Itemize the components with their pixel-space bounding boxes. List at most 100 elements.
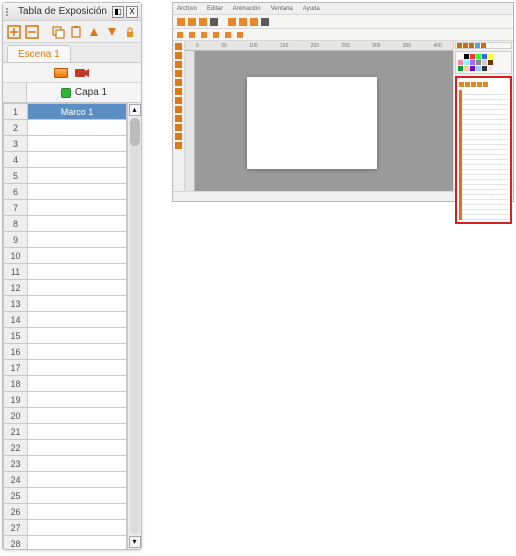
move-down-button[interactable] (104, 24, 120, 40)
frame-cell[interactable] (28, 312, 127, 328)
table-row[interactable]: 18 (4, 376, 127, 392)
row-number-cell[interactable]: 1 (4, 104, 28, 120)
frame-cell[interactable]: Marco 1 (28, 104, 127, 120)
row-number-cell[interactable]: 8 (4, 216, 28, 232)
camera-icon[interactable] (74, 67, 90, 79)
frame-cell[interactable] (28, 520, 127, 536)
menu-item[interactable]: Ventana (271, 6, 293, 12)
row-number-cell[interactable]: 5 (4, 168, 28, 184)
tab-scene-1[interactable]: Escena 1 (7, 45, 71, 62)
tool-icon[interactable] (210, 18, 218, 26)
draw-tool-icon[interactable] (175, 43, 182, 50)
row-number-cell[interactable]: 13 (4, 296, 28, 312)
frame-cell[interactable] (28, 472, 127, 488)
paste-button[interactable] (68, 24, 84, 40)
row-number-cell[interactable]: 12 (4, 280, 28, 296)
move-up-button[interactable] (86, 24, 102, 40)
add-frame-button[interactable] (6, 24, 22, 40)
row-number-cell[interactable]: 11 (4, 264, 28, 280)
option-icon[interactable] (463, 43, 468, 48)
row-number-cell[interactable]: 10 (4, 248, 28, 264)
row-number-cell[interactable]: 4 (4, 152, 28, 168)
row-number-cell[interactable]: 26 (4, 504, 28, 520)
row-number-cell[interactable]: 17 (4, 360, 28, 376)
tool-icon[interactable] (189, 32, 195, 38)
table-row[interactable]: 23 (4, 456, 127, 472)
table-row[interactable]: 15 (4, 328, 127, 344)
exposure-sheet-mini-highlighted[interactable] (455, 76, 512, 224)
frame-cell[interactable] (28, 216, 127, 232)
tool-icon[interactable] (188, 18, 196, 26)
row-number-cell[interactable]: 24 (4, 472, 28, 488)
table-row[interactable]: 10 (4, 248, 127, 264)
row-number-cell[interactable]: 3 (4, 136, 28, 152)
row-number-cell[interactable]: 16 (4, 344, 28, 360)
draw-tool-icon[interactable] (175, 88, 182, 95)
draw-tool-icon[interactable] (175, 70, 182, 77)
table-row[interactable]: 19 (4, 392, 127, 408)
draw-tool-icon[interactable] (175, 124, 182, 131)
row-number-cell[interactable]: 6 (4, 184, 28, 200)
tool-icon[interactable] (177, 32, 183, 38)
frame-cell[interactable] (28, 136, 127, 152)
menu-item[interactable]: Ayuda (303, 6, 320, 12)
table-row[interactable]: 12 (4, 280, 127, 296)
frame-cell[interactable] (28, 184, 127, 200)
table-row[interactable]: 2 (4, 120, 127, 136)
scroll-down-button[interactable]: ▾ (129, 536, 141, 548)
table-row[interactable]: 28 (4, 536, 127, 550)
menu-item[interactable]: Archivo (177, 6, 197, 12)
table-row[interactable]: 9 (4, 232, 127, 248)
tool-icon[interactable] (201, 32, 207, 38)
draw-tool-icon[interactable] (175, 115, 182, 122)
option-icon[interactable] (457, 43, 462, 48)
row-number-cell[interactable]: 14 (4, 312, 28, 328)
tool-icon[interactable] (237, 32, 243, 38)
table-row[interactable]: 11 (4, 264, 127, 280)
frame-cell[interactable] (28, 392, 127, 408)
frame-cell[interactable] (28, 328, 127, 344)
table-row[interactable]: 16 (4, 344, 127, 360)
lock-button[interactable] (122, 24, 138, 40)
draw-tool-icon[interactable] (175, 79, 182, 86)
table-row[interactable]: 13 (4, 296, 127, 312)
table-row[interactable]: 8 (4, 216, 127, 232)
menu-item[interactable]: Animación (233, 6, 261, 12)
copy-button[interactable] (50, 24, 66, 40)
tool-icon[interactable] (177, 18, 185, 26)
tool-icon[interactable] (239, 18, 247, 26)
draw-tool-icon[interactable] (175, 97, 182, 104)
tool-icon[interactable] (213, 32, 219, 38)
option-icon[interactable] (475, 43, 480, 48)
frame-cell[interactable] (28, 440, 127, 456)
frame-cell[interactable] (28, 376, 127, 392)
table-row[interactable]: 21 (4, 424, 127, 440)
table-row[interactable]: 5 (4, 168, 127, 184)
grip-icon[interactable] (6, 8, 14, 16)
remove-frame-button[interactable] (24, 24, 40, 40)
frame-cell[interactable] (28, 488, 127, 504)
draw-tool-icon[interactable] (175, 61, 182, 68)
close-button[interactable]: X (126, 6, 138, 18)
scrollbar-thumb[interactable] (130, 118, 140, 146)
frame-cell[interactable] (28, 152, 127, 168)
draw-tool-icon[interactable] (175, 52, 182, 59)
draw-tool-icon[interactable] (175, 133, 182, 140)
layer-header[interactable]: Capa 1 (27, 83, 141, 103)
row-number-cell[interactable]: 25 (4, 488, 28, 504)
table-row[interactable]: 20 (4, 408, 127, 424)
tool-icon[interactable] (199, 18, 207, 26)
frame-cell[interactable] (28, 504, 127, 520)
table-row[interactable]: 26 (4, 504, 127, 520)
frame-cell[interactable] (28, 120, 127, 136)
row-number-cell[interactable]: 20 (4, 408, 28, 424)
tool-icon[interactable] (261, 18, 269, 26)
table-row[interactable]: 27 (4, 520, 127, 536)
row-number-cell[interactable]: 21 (4, 424, 28, 440)
tool-icon[interactable] (250, 18, 258, 26)
row-number-cell[interactable]: 9 (4, 232, 28, 248)
tool-icon[interactable] (225, 32, 231, 38)
table-row[interactable]: 6 (4, 184, 127, 200)
frame-cell[interactable] (28, 424, 127, 440)
table-row[interactable]: 4 (4, 152, 127, 168)
